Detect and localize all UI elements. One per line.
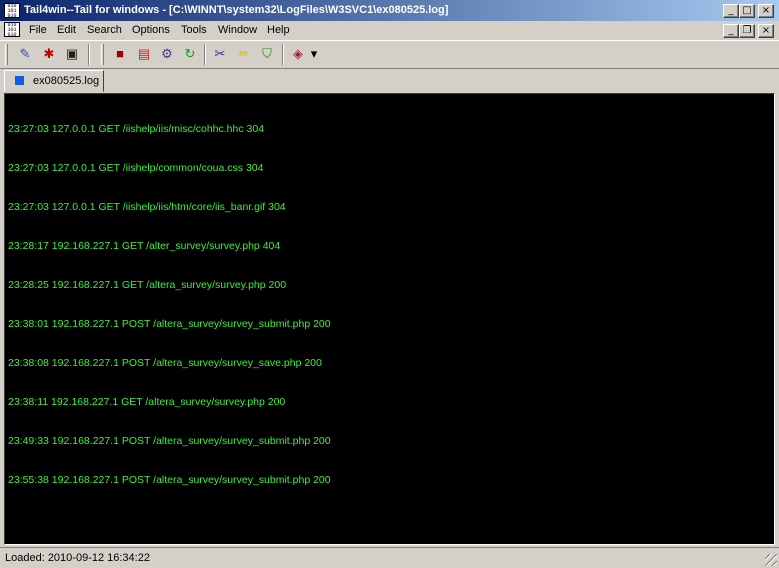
tab-label: ex080525.log: [33, 75, 100, 87]
tab-strip: [0, 69, 779, 93]
toolbar-grip[interactable]: [5, 44, 8, 65]
tab-ex080525-log[interactable]: ex080525.log: [4, 70, 104, 92]
status-bar: Loaded: 2010-09-12 16:34:22: [0, 547, 779, 568]
tools-icon[interactable]: ✂: [211, 45, 229, 63]
close-button[interactable]: ×: [758, 4, 774, 18]
menu-edit[interactable]: Edit: [52, 23, 81, 38]
doc-close-button[interactable]: ×: [758, 24, 774, 38]
menu-search[interactable]: Search: [82, 23, 127, 38]
log-line: 23:28:17 192.168.227.1 GET /alter_survey…: [8, 240, 281, 252]
doc-restore-button[interactable]: ❐: [739, 24, 755, 38]
toolbar-separator: [88, 44, 90, 65]
menu-help[interactable]: Help: [262, 23, 295, 38]
refresh-icon[interactable]: ↻: [181, 45, 199, 63]
status-text: Loaded: 2010-09-12 16:34:22: [5, 552, 150, 564]
log-line: 23:38:11 192.168.227.1 GET /altera_surve…: [8, 396, 286, 408]
toolbar-separator: [282, 44, 284, 65]
doc-minimize-button[interactable]: _: [723, 24, 739, 38]
log-line: 23:27:03 127.0.0.1 GET /iishelp/iis/misc…: [8, 123, 265, 135]
resize-grip[interactable]: [765, 554, 777, 566]
filter-icon[interactable]: ⛉: [258, 45, 276, 63]
log-lines: 23:27:03 127.0.0.1 GET /iishelp/iis/misc…: [8, 97, 331, 513]
log-line: 23:28:25 192.168.227.1 GET /altera_surve…: [8, 279, 287, 291]
log-line: 23:49:33 192.168.227.1 POST /altera_surv…: [8, 435, 331, 447]
toolbar-grip[interactable]: [101, 44, 104, 65]
maximize-button[interactable]: □: [739, 4, 755, 18]
document-icon[interactable]: 010 101 010: [4, 22, 20, 37]
highlight-icon[interactable]: ✏: [235, 45, 253, 63]
log-line: 23:38:08 192.168.227.1 POST /altera_surv…: [8, 357, 322, 369]
menu-window[interactable]: Window: [213, 23, 262, 38]
log-file-icon: [15, 76, 24, 85]
minimize-button[interactable]: _: [723, 4, 739, 18]
dropdown-arrow-icon[interactable]: ▾: [308, 45, 320, 63]
open-file-icon[interactable]: ✎: [16, 45, 34, 63]
app-icon[interactable]: 010 101 010: [4, 3, 20, 18]
settings-icon[interactable]: ⚙: [158, 45, 176, 63]
menu-options[interactable]: Options: [127, 23, 175, 38]
pdf-icon[interactable]: ▤: [135, 45, 153, 63]
log-line: 23:38:01 192.168.227.1 POST /altera_surv…: [8, 318, 331, 330]
menu-tools[interactable]: Tools: [176, 23, 212, 38]
menu-file[interactable]: File: [24, 23, 52, 38]
toolbar-separator: [204, 44, 206, 65]
log-line: 23:27:03 127.0.0.1 GET /iishelp/iis/htm/…: [8, 201, 286, 213]
log-line: 23:55:38 192.168.227.1 POST /altera_surv…: [8, 474, 331, 486]
monitor-icon[interactable]: ▣: [63, 45, 81, 63]
window-title: Tail4win--Tail for windows - [C:\WINNT\s…: [24, 4, 449, 16]
stop-icon[interactable]: ■: [111, 45, 129, 63]
bug-icon[interactable]: ✱: [40, 45, 58, 63]
log-line: 23:27:03 127.0.0.1 GET /iishelp/common/c…: [8, 162, 264, 174]
log-view[interactable]: 23:27:03 127.0.0.1 GET /iishelp/iis/misc…: [4, 93, 775, 545]
layout-icon[interactable]: ◈: [289, 45, 307, 63]
